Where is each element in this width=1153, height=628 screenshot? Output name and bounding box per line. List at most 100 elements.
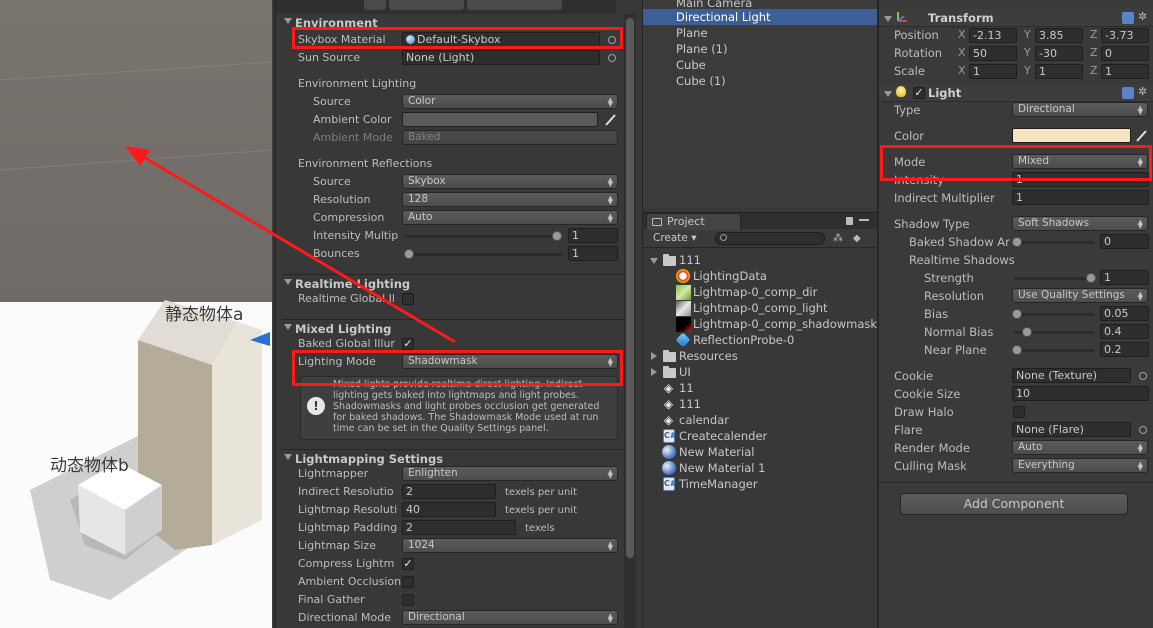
object-picker-icon[interactable] <box>1139 372 1147 380</box>
project-item-scene-111[interactable]: 111 <box>679 396 701 412</box>
transform-header[interactable] <box>879 9 1153 27</box>
scale-y-field[interactable]: 1 <box>1035 64 1083 79</box>
project-item-111-folder[interactable]: 111 <box>679 252 701 268</box>
project-item-reflection-probe[interactable]: ReflectionProbe-0 <box>693 332 794 348</box>
expand-arrow-icon[interactable] <box>651 368 657 376</box>
hierarchy-item-cube[interactable]: Cube <box>643 57 877 73</box>
light-color-swatch[interactable] <box>1012 128 1131 143</box>
sun-source-field[interactable]: None (Light) <box>402 50 600 65</box>
bias-slider-knob[interactable] <box>1012 309 1022 319</box>
expand-arrow-icon[interactable] <box>651 352 657 360</box>
project-item-lightmap-dir[interactable]: Lightmap-0_comp_dir <box>693 284 817 300</box>
help-book-icon[interactable] <box>1122 87 1134 99</box>
intensity-slider-knob[interactable] <box>552 231 562 241</box>
project-item-new-material-1[interactable]: New Material 1 <box>679 460 765 476</box>
object-picker-icon[interactable] <box>1139 426 1147 434</box>
bias-slider-track[interactable] <box>1014 313 1094 316</box>
intensity-field[interactable]: 1 <box>568 228 618 243</box>
filter-by-type-icon[interactable]: ⁂ <box>833 233 843 244</box>
baked-angle-slider-knob[interactable] <box>1012 237 1022 247</box>
lightmap-resolution-field[interactable]: 40 <box>402 502 496 517</box>
lighting-scrollbar-thumb[interactable] <box>626 18 634 558</box>
position-z-field[interactable]: -3.73 <box>1101 28 1149 43</box>
scene-view[interactable]: 静态物体a 动态物体b <box>0 0 272 628</box>
cookie-field[interactable]: None (Texture) <box>1012 368 1131 383</box>
project-item-new-material[interactable]: New Material <box>679 444 754 460</box>
compression-dropdown[interactable]: Auto ▲ ▼ <box>402 210 618 225</box>
eyedropper-icon[interactable] <box>1135 128 1149 143</box>
intensity-slider-track[interactable] <box>404 235 562 238</box>
hierarchy-item-plane[interactable]: Plane <box>643 25 877 41</box>
filter-by-label-icon[interactable]: ◆ <box>853 233 861 244</box>
light-enabled-checkbox[interactable]: ✓ <box>913 87 925 99</box>
tab-object-maps[interactable] <box>467 0 562 10</box>
rotation-y-field[interactable]: -30 <box>1035 46 1083 61</box>
hierarchy-item-cube-1[interactable]: Cube (1) <box>643 73 877 89</box>
indirect-multiplier-field[interactable]: 1 <box>1012 190 1149 205</box>
baked-gi-checkbox[interactable]: ✓ <box>402 338 414 350</box>
project-item-lighting-data[interactable]: LightingData <box>693 268 767 284</box>
section-lightmapping-settings[interactable]: Lightmapping Settings <box>282 449 624 467</box>
refl-resolution-dropdown[interactable]: 128 ▲ ▼ <box>402 192 618 207</box>
culling-mask-dropdown[interactable]: Everything ▲ ▼ <box>1012 458 1148 473</box>
lock-icon[interactable] <box>846 217 853 225</box>
lightmapper-dropdown[interactable]: Enlighten ▲ ▼ <box>402 466 618 481</box>
indirect-resolution-field[interactable]: 2 <box>402 484 496 499</box>
lighting-scrollbar[interactable] <box>624 14 636 628</box>
render-mode-dropdown[interactable]: Auto ▲ ▼ <box>1012 440 1148 455</box>
normal-bias-field[interactable]: 0.4 <box>1100 324 1149 339</box>
strength-slider-track[interactable] <box>1014 277 1094 280</box>
ambient-color-swatch[interactable] <box>402 112 598 127</box>
flare-field[interactable]: None (Flare) <box>1012 422 1131 437</box>
foldout-arrow-icon[interactable] <box>884 16 892 22</box>
object-picker-icon[interactable] <box>608 54 616 62</box>
project-search-input[interactable] <box>715 232 825 245</box>
project-item-timemanager[interactable]: TimeManager <box>679 476 758 492</box>
scale-z-field[interactable]: 1 <box>1101 64 1149 79</box>
bias-field[interactable]: 0.05 <box>1100 306 1149 321</box>
rotation-x-field[interactable]: 50 <box>969 46 1017 61</box>
refl-source-dropdown[interactable]: Skybox ▲ ▼ <box>402 174 618 189</box>
project-item-lightmap-shadowmask[interactable]: Lightmap-0_comp_shadowmask <box>693 316 877 332</box>
project-item-ui[interactable]: UI <box>679 364 691 380</box>
compress-lightmaps-checkbox[interactable]: ✓ <box>402 558 414 570</box>
eyedropper-icon[interactable] <box>604 112 618 127</box>
position-y-field[interactable]: 3.85 <box>1035 28 1083 43</box>
ambient-occlusion-checkbox[interactable] <box>402 576 414 588</box>
hierarchy-item-plane-1[interactable]: Plane (1) <box>643 41 877 57</box>
project-item-resources[interactable]: Resources <box>679 348 738 364</box>
bounces-slider-knob[interactable] <box>404 249 414 259</box>
create-button[interactable]: Create ▾ <box>653 232 697 244</box>
lightmap-padding-field[interactable]: 2 <box>402 520 516 535</box>
directional-mode-dropdown[interactable]: Directional ▲ ▼ <box>402 610 618 625</box>
help-book-icon[interactable] <box>1122 12 1134 24</box>
add-component-button[interactable]: Add Component <box>900 493 1128 515</box>
strength-field[interactable]: 1 <box>1100 270 1149 285</box>
panel-menu-icon[interactable] <box>859 219 869 221</box>
rotation-z-field[interactable]: 0 <box>1101 46 1149 61</box>
project-item-scene-11[interactable]: 11 <box>679 380 694 396</box>
hierarchy-item-directional-light[interactable]: Directional Light <box>643 9 877 25</box>
tab-scene[interactable] <box>364 0 386 10</box>
near-plane-slider-knob[interactable] <box>1012 345 1022 355</box>
position-x-field[interactable]: -2.13 <box>969 28 1017 43</box>
gear-icon[interactable]: ✲ <box>1138 11 1147 23</box>
section-mixed-lighting[interactable]: Mixed Lighting <box>282 319 624 337</box>
project-item-createcalender[interactable]: Createcalender <box>679 428 767 444</box>
bounces-field[interactable]: 1 <box>568 246 618 261</box>
normal-bias-slider-knob[interactable] <box>1021 327 1032 337</box>
env-source-dropdown[interactable]: Color ▲ ▼ <box>402 94 618 109</box>
section-realtime-lighting[interactable]: Realtime Lighting <box>282 274 624 292</box>
shadow-type-dropdown[interactable]: Soft Shadows ▲ ▼ <box>1012 216 1148 231</box>
realtime-gi-checkbox[interactable] <box>402 293 414 305</box>
near-plane-slider-track[interactable] <box>1014 349 1094 352</box>
baked-angle-slider-track[interactable] <box>1014 241 1094 244</box>
bounces-slider-track[interactable] <box>404 253 562 256</box>
final-gather-checkbox[interactable] <box>402 594 414 606</box>
tab-project[interactable]: Project <box>646 213 741 230</box>
foldout-arrow-icon[interactable] <box>884 91 892 97</box>
light-type-dropdown[interactable]: Directional ▲ ▼ <box>1012 102 1148 117</box>
cookie-size-field[interactable]: 10 <box>1012 386 1149 401</box>
scale-x-field[interactable]: 1 <box>969 64 1017 79</box>
draw-halo-checkbox[interactable] <box>1013 406 1025 418</box>
